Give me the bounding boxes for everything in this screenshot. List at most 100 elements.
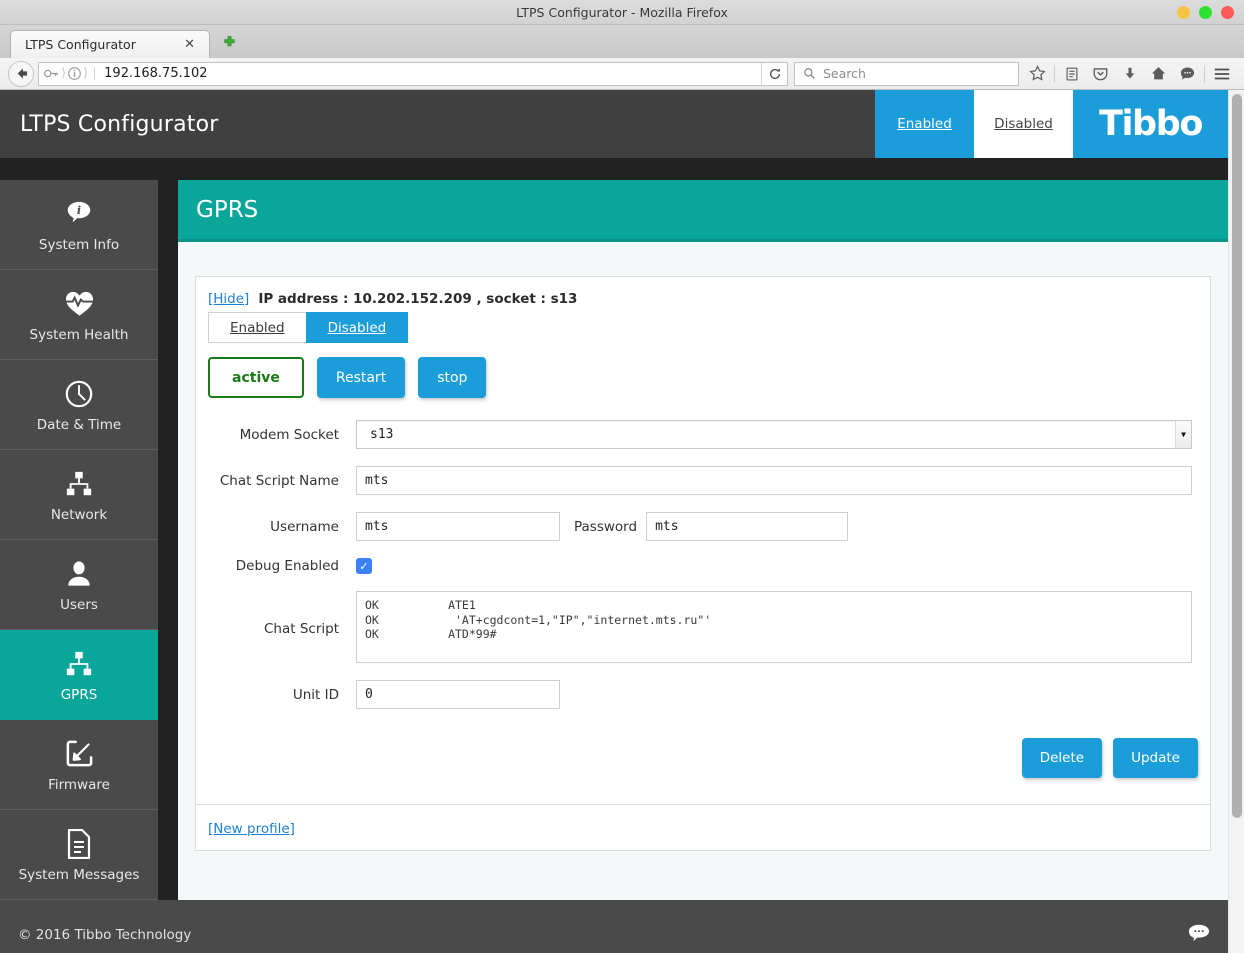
new-profile-link[interactable]: [New profile] [208,821,295,837]
sidebar-item-label: GPRS [60,686,98,703]
tibbo-logo: Tibbo [1073,90,1228,158]
chat-bubble-icon[interactable] [1188,923,1210,948]
identity-chevron-icon: ⟩ [61,66,67,81]
browser-tab[interactable]: LTPS Configurator ✕ [10,30,210,58]
card-footer: [New profile] [196,804,1210,850]
chat-script-name-input[interactable]: mts [356,466,1192,495]
form-row-chat-script-name: Chat Script Name mts [208,466,1198,495]
card-body: [Hide] IP address : 10.202.152.209 , soc… [196,277,1210,804]
search-icon [804,68,815,79]
password-input[interactable]: mts [646,512,849,541]
identity-box[interactable]: ⟩ ⟩ [39,63,89,85]
page-viewport: LTPS Configurator Enabled Disabled Tibbo [0,90,1244,953]
modem-socket-label: Modem Socket [239,426,339,443]
sidebar-item-network[interactable]: Network [0,450,158,540]
search-bar[interactable]: Search [794,61,1019,86]
downloads-icon[interactable] [1115,60,1144,88]
hide-link[interactable]: [Hide] [208,291,249,307]
reload-icon [769,67,780,79]
plus-icon [224,36,235,47]
content-inner: GPRS [Hide] IP address : 10.202.152.209 … [178,180,1228,900]
page-footer: © 2016 Tibbo Technology [0,900,1228,953]
tab-strip: LTPS Configurator ✕ [0,25,1244,58]
service-control-buttons: active Restart stop [208,357,1198,398]
sidebar-item-label: Users [60,596,98,613]
sidebar: i System Info System Health Date & Time … [0,180,158,900]
new-tab-icon[interactable] [216,35,243,54]
page-scrollbar[interactable] [1228,90,1244,953]
svg-text:i: i [77,203,81,217]
unit-id-input[interactable]: 0 [356,680,560,709]
copyright-text: © 2016 Tibbo Technology [18,927,192,943]
stop-button[interactable]: stop [418,357,487,398]
url-text[interactable]: 192.168.75.102 [94,67,208,80]
content-wrapper: GPRS [Hide] IP address : 10.202.152.209 … [158,180,1228,900]
header-right: Enabled Disabled Tibbo [875,90,1228,158]
modem-socket-select[interactable]: s13 ▼ [356,420,1192,449]
sidebar-item-date-time[interactable]: Date & Time [0,360,158,450]
reading-list-icon[interactable] [1057,60,1086,88]
scrollbar-thumb[interactable] [1232,94,1242,818]
navigation-toolbar: ⟩ ⟩ 192.168.75.102 Search [0,58,1244,90]
sidebar-item-label: System Messages [18,866,140,883]
action-buttons: Delete Update [208,726,1198,788]
delete-button[interactable]: Delete [1021,738,1103,778]
connection-status-text: IP address : 10.202.152.209 , socket : s… [258,291,578,307]
clock-icon [64,377,94,411]
restart-button[interactable]: Restart [316,357,406,398]
bookmark-star-icon[interactable] [1023,60,1052,88]
maximize-button[interactable] [1199,6,1212,19]
card-area: [Hide] IP address : 10.202.152.209 , soc… [178,242,1228,851]
header-tab-disabled[interactable]: Disabled [974,90,1073,158]
page-title: GPRS [196,196,259,223]
tab-close-icon[interactable]: ✕ [178,38,201,51]
home-icon[interactable] [1144,60,1173,88]
minimize-button[interactable] [1177,6,1190,19]
state-toggle-group: Enabled Disabled [208,312,1198,343]
tab-enabled[interactable]: Enabled [208,312,306,343]
reload-button[interactable] [761,62,787,85]
app-title: LTPS Configurator [20,111,219,137]
window-titlebar: LTPS Configurator - Mozilla Firefox [0,0,1244,25]
chat-script-textarea[interactable]: OK ATE1 OK 'AT+cgdcont=1,"IP","internet.… [356,591,1192,663]
url-bar[interactable]: ⟩ ⟩ 192.168.75.102 [38,61,788,86]
pocket-icon[interactable] [1086,60,1115,88]
username-input[interactable]: mts [356,512,560,541]
unit-id-label: Unit ID [292,686,339,703]
debug-enabled-checkbox[interactable]: ✓ [356,558,372,574]
tab-disabled[interactable]: Disabled [305,312,409,343]
gprs-profile-card: [Hide] IP address : 10.202.152.209 , soc… [195,276,1211,851]
user-icon [65,557,93,591]
sync-icon[interactable] [1173,60,1202,88]
sidebar-item-gprs[interactable]: GPRS [0,630,158,720]
back-button[interactable] [8,60,34,87]
search-input[interactable]: Search [823,66,866,81]
app-header: LTPS Configurator Enabled Disabled Tibbo [0,90,1228,158]
window-controls [1177,0,1234,25]
chevron-down-icon: ▼ [1175,421,1191,448]
modem-socket-value: s13 [370,427,394,442]
page-body: i System Info System Health Date & Time … [0,180,1228,900]
sidebar-item-system-info[interactable]: i System Info [0,180,158,270]
hamburger-menu-icon[interactable] [1207,60,1236,88]
status-badge-active: active [208,357,304,398]
header-tab-enabled[interactable]: Enabled [875,90,974,158]
sidebar-item-firmware[interactable]: Firmware [0,720,158,810]
sidebar-item-label: Date & Time [36,416,122,433]
info-circle-icon[interactable] [67,66,82,81]
sidebar-item-system-messages[interactable]: System Messages [0,810,158,900]
close-button[interactable] [1221,6,1234,19]
debug-enabled-label: Debug Enabled [235,558,339,574]
header-state-toggle: Enabled Disabled [875,90,1073,158]
toolbar-divider-2 [1204,64,1205,83]
username-label: Username [270,518,339,535]
key-icon [44,69,58,78]
sidebar-item-label: System Health [29,326,129,343]
sidebar-item-users[interactable]: Users [0,540,158,630]
panel-header: GPRS [178,180,1228,242]
update-button[interactable]: Update [1113,738,1198,778]
header-dark-strip [0,158,1228,180]
toolbar-icons [1023,60,1236,88]
sidebar-item-system-health[interactable]: System Health [0,270,158,360]
